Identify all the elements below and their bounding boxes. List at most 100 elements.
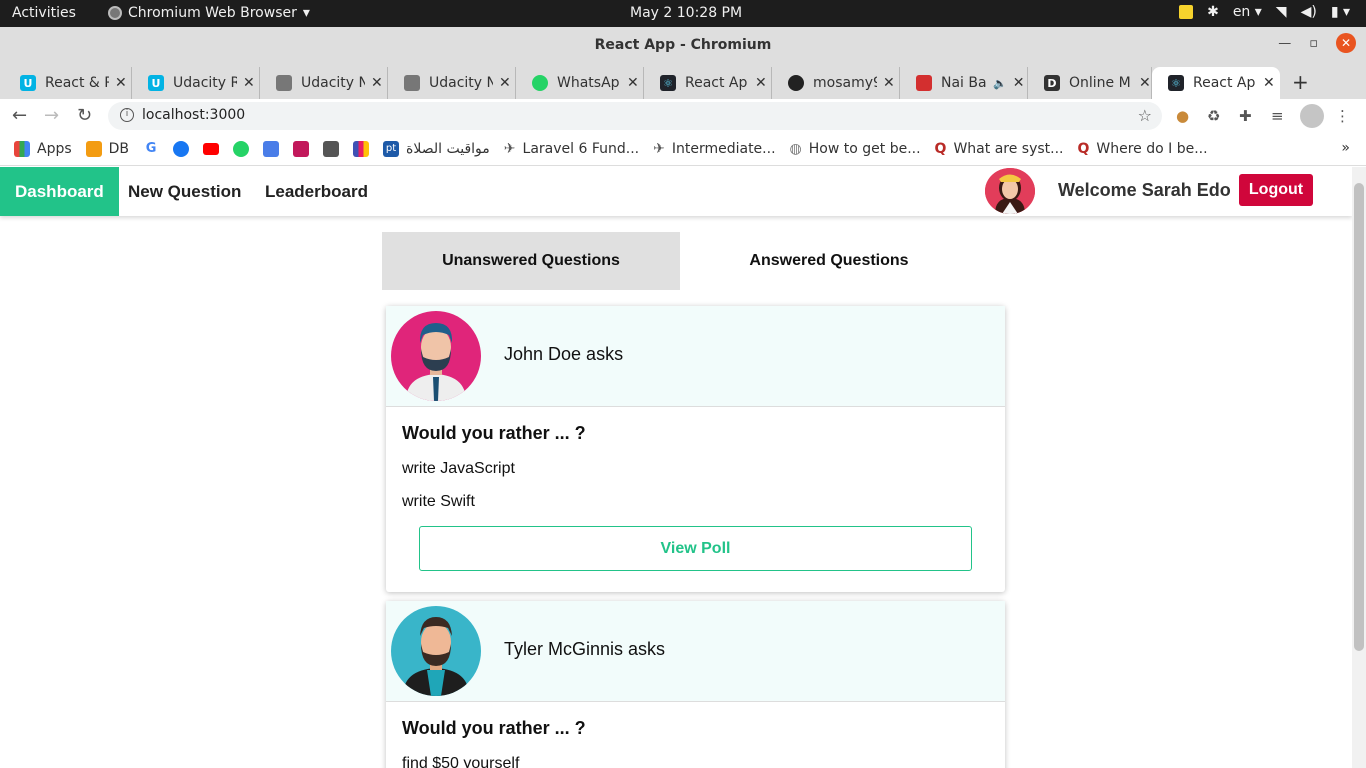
bookmark-whatsapp[interactable] <box>233 141 250 157</box>
close-tab-icon[interactable]: ✕ <box>115 75 127 91</box>
soundcloud-icon <box>916 75 932 91</box>
option-one-text: find $50 yourself <box>402 755 520 768</box>
battery-icon[interactable]: ▮ ▾ <box>1331 4 1350 20</box>
bookmark-youtube[interactable] <box>203 143 220 155</box>
browser-tab[interactable]: WhatsAp ✕ <box>516 67 644 99</box>
close-tab-icon[interactable]: ✕ <box>627 75 639 91</box>
browser-tab[interactable]: Nai Ba 🔈 ✕ <box>900 67 1028 99</box>
uva-icon <box>293 141 310 157</box>
bookmark-intermediate[interactable]: ✈ Intermediate... <box>653 141 775 157</box>
extensions-puzzle-icon[interactable]: ✚ <box>1239 107 1252 125</box>
bookmark-facebook[interactable] <box>173 141 190 157</box>
media-control-icon[interactable]: ≡ <box>1271 107 1284 125</box>
audio-playing-icon[interactable]: 🔈 <box>993 77 1007 90</box>
browser-tab[interactable]: U React & R ✕ <box>4 67 132 99</box>
new-tab-button[interactable]: + <box>1292 70 1309 94</box>
translate-icon <box>263 141 280 157</box>
question-tabs: Unanswered Questions Answered Questions <box>382 232 978 290</box>
chromium-icon <box>108 6 122 20</box>
app-menu[interactable]: Chromium Web Browser ▾ <box>108 5 310 21</box>
bookmark-translate[interactable] <box>263 141 280 157</box>
browser-tab[interactable]: D Online M ✕ <box>1028 67 1152 99</box>
bookmark-prayer-times[interactable]: pt مواقيت الصلاة <box>383 141 490 157</box>
bookmark-apps[interactable]: Apps <box>14 141 72 157</box>
bookmark-star-icon[interactable]: ☆ <box>1138 106 1152 125</box>
logout-button[interactable]: Logout <box>1239 174 1313 206</box>
system-tray[interactable]: ✱ en ▾ ◥ ◀) ▮ ▾ <box>1179 4 1350 20</box>
close-tab-icon[interactable]: ✕ <box>499 75 511 91</box>
option-two-text: write Swift <box>402 493 475 510</box>
minimize-icon[interactable]: — <box>1278 36 1291 51</box>
browser-tab[interactable]: Udacity N ✕ <box>388 67 516 99</box>
close-tab-icon[interactable]: ✕ <box>371 75 383 91</box>
wifi-icon[interactable]: ◥ <box>1276 4 1287 20</box>
tab-answered[interactable]: Answered Questions <box>680 232 978 290</box>
language-indicator[interactable]: en ▾ <box>1233 4 1262 20</box>
bookmarks-overflow-icon[interactable]: » <box>1341 140 1350 156</box>
question-card-header: Tyler McGinnis asks <box>386 601 1005 702</box>
send-arrow-icon: ✈ <box>503 141 516 157</box>
site-info-icon[interactable]: i <box>120 108 134 122</box>
bookmark-google[interactable]: G <box>143 141 160 157</box>
close-tab-icon[interactable]: ✕ <box>243 75 255 91</box>
bookmark-uva[interactable] <box>293 141 310 157</box>
forward-arrow-icon[interactable]: → <box>44 105 59 126</box>
nav-leaderboard[interactable]: Leaderboard <box>265 167 368 216</box>
user-avatar-illustration <box>985 168 1035 214</box>
whatsapp-icon <box>532 75 548 91</box>
bookmark-quora-2[interactable]: Q Where do I be... <box>1078 141 1208 157</box>
activities-button[interactable]: Activities <box>12 5 76 21</box>
whatsapp-icon <box>233 141 250 157</box>
nav-dashboard[interactable]: Dashboard <box>0 167 119 216</box>
address-url[interactable]: localhost:3000 <box>142 107 245 123</box>
cookie-extension-icon[interactable]: ● <box>1176 107 1189 125</box>
scrollbar-thumb[interactable] <box>1354 183 1364 651</box>
tyler-mcginnis-avatar-illustration <box>391 606 481 696</box>
browser-tab[interactable]: Udacity N ✕ <box>260 67 388 99</box>
close-tab-icon[interactable]: ✕ <box>1263 75 1275 91</box>
reload-icon[interactable]: ↻ <box>77 105 92 126</box>
apps-grid-icon <box>14 141 30 157</box>
bookmark-db[interactable]: DB <box>85 141 129 157</box>
browser-tab[interactable]: U Udacity R ✕ <box>132 67 260 99</box>
notes-icon[interactable] <box>1179 5 1194 19</box>
question-card-header: John Doe asks <box>386 306 1005 407</box>
kebab-menu-icon[interactable]: ⋮ <box>1335 107 1350 125</box>
volume-icon[interactable]: ◀) <box>1301 4 1317 20</box>
close-tab-icon[interactable]: ✕ <box>1139 75 1151 91</box>
browser-tab[interactable]: ⚛ React Ap ✕ <box>644 67 772 99</box>
close-tab-icon[interactable]: ✕ <box>755 75 767 91</box>
browser-tab-active[interactable]: ⚛ React Ap ✕ <box>1152 67 1280 99</box>
close-window-icon[interactable]: ✕ <box>1336 33 1356 53</box>
page-scrollbar[interactable] <box>1352 167 1366 768</box>
os-top-bar: Activities Chromium Web Browser ▾ May 2 … <box>0 0 1366 27</box>
maximize-icon[interactable]: ▫ <box>1309 36 1318 51</box>
view-poll-button[interactable]: View Poll <box>419 526 972 571</box>
question-card: John Doe asks Would you rather ... ? wri… <box>386 306 1005 592</box>
browser-tab[interactable]: mosamy9 ✕ <box>772 67 900 99</box>
recycle-extension-icon[interactable]: ♻ <box>1207 107 1220 125</box>
close-tab-icon[interactable]: ✕ <box>883 75 895 91</box>
bookmark-how-to[interactable]: ◍ How to get be... <box>790 141 921 157</box>
bookmark-ide[interactable] <box>323 141 340 157</box>
nav-new-question[interactable]: New Question <box>128 167 241 216</box>
profile-avatar-icon[interactable] <box>1300 104 1324 128</box>
window-titlebar: React App - Chromium — ▫ ✕ <box>0 27 1366 64</box>
close-tab-icon[interactable]: ✕ <box>1013 75 1025 91</box>
question-card-body: Would you rather ... ? find $50 yourself <box>386 702 1005 768</box>
back-arrow-icon[interactable]: ← <box>12 105 27 126</box>
bookmark-laravel[interactable]: ✈ Laravel 6 Fund... <box>504 141 639 157</box>
tab-unanswered[interactable]: Unanswered Questions <box>382 232 680 290</box>
globe-icon: ◍ <box>789 141 802 157</box>
clock[interactable]: May 2 10:28 PM <box>630 5 742 21</box>
window-title: React App - Chromium <box>594 37 772 53</box>
send-arrow-icon: ✈ <box>653 141 665 157</box>
bookmark-analytics[interactable] <box>353 141 370 157</box>
address-bar[interactable]: i localhost:3000 ☆ <box>108 102 1162 130</box>
github-icon <box>788 75 804 91</box>
slack-icon[interactable]: ✱ <box>1207 4 1219 20</box>
react-icon: ⚛ <box>660 75 676 91</box>
bookmark-quora-1[interactable]: Q What are syst... <box>935 141 1064 157</box>
dictionary-icon: D <box>1044 75 1060 91</box>
question-prompt: Would you rather ... ? <box>402 423 586 443</box>
